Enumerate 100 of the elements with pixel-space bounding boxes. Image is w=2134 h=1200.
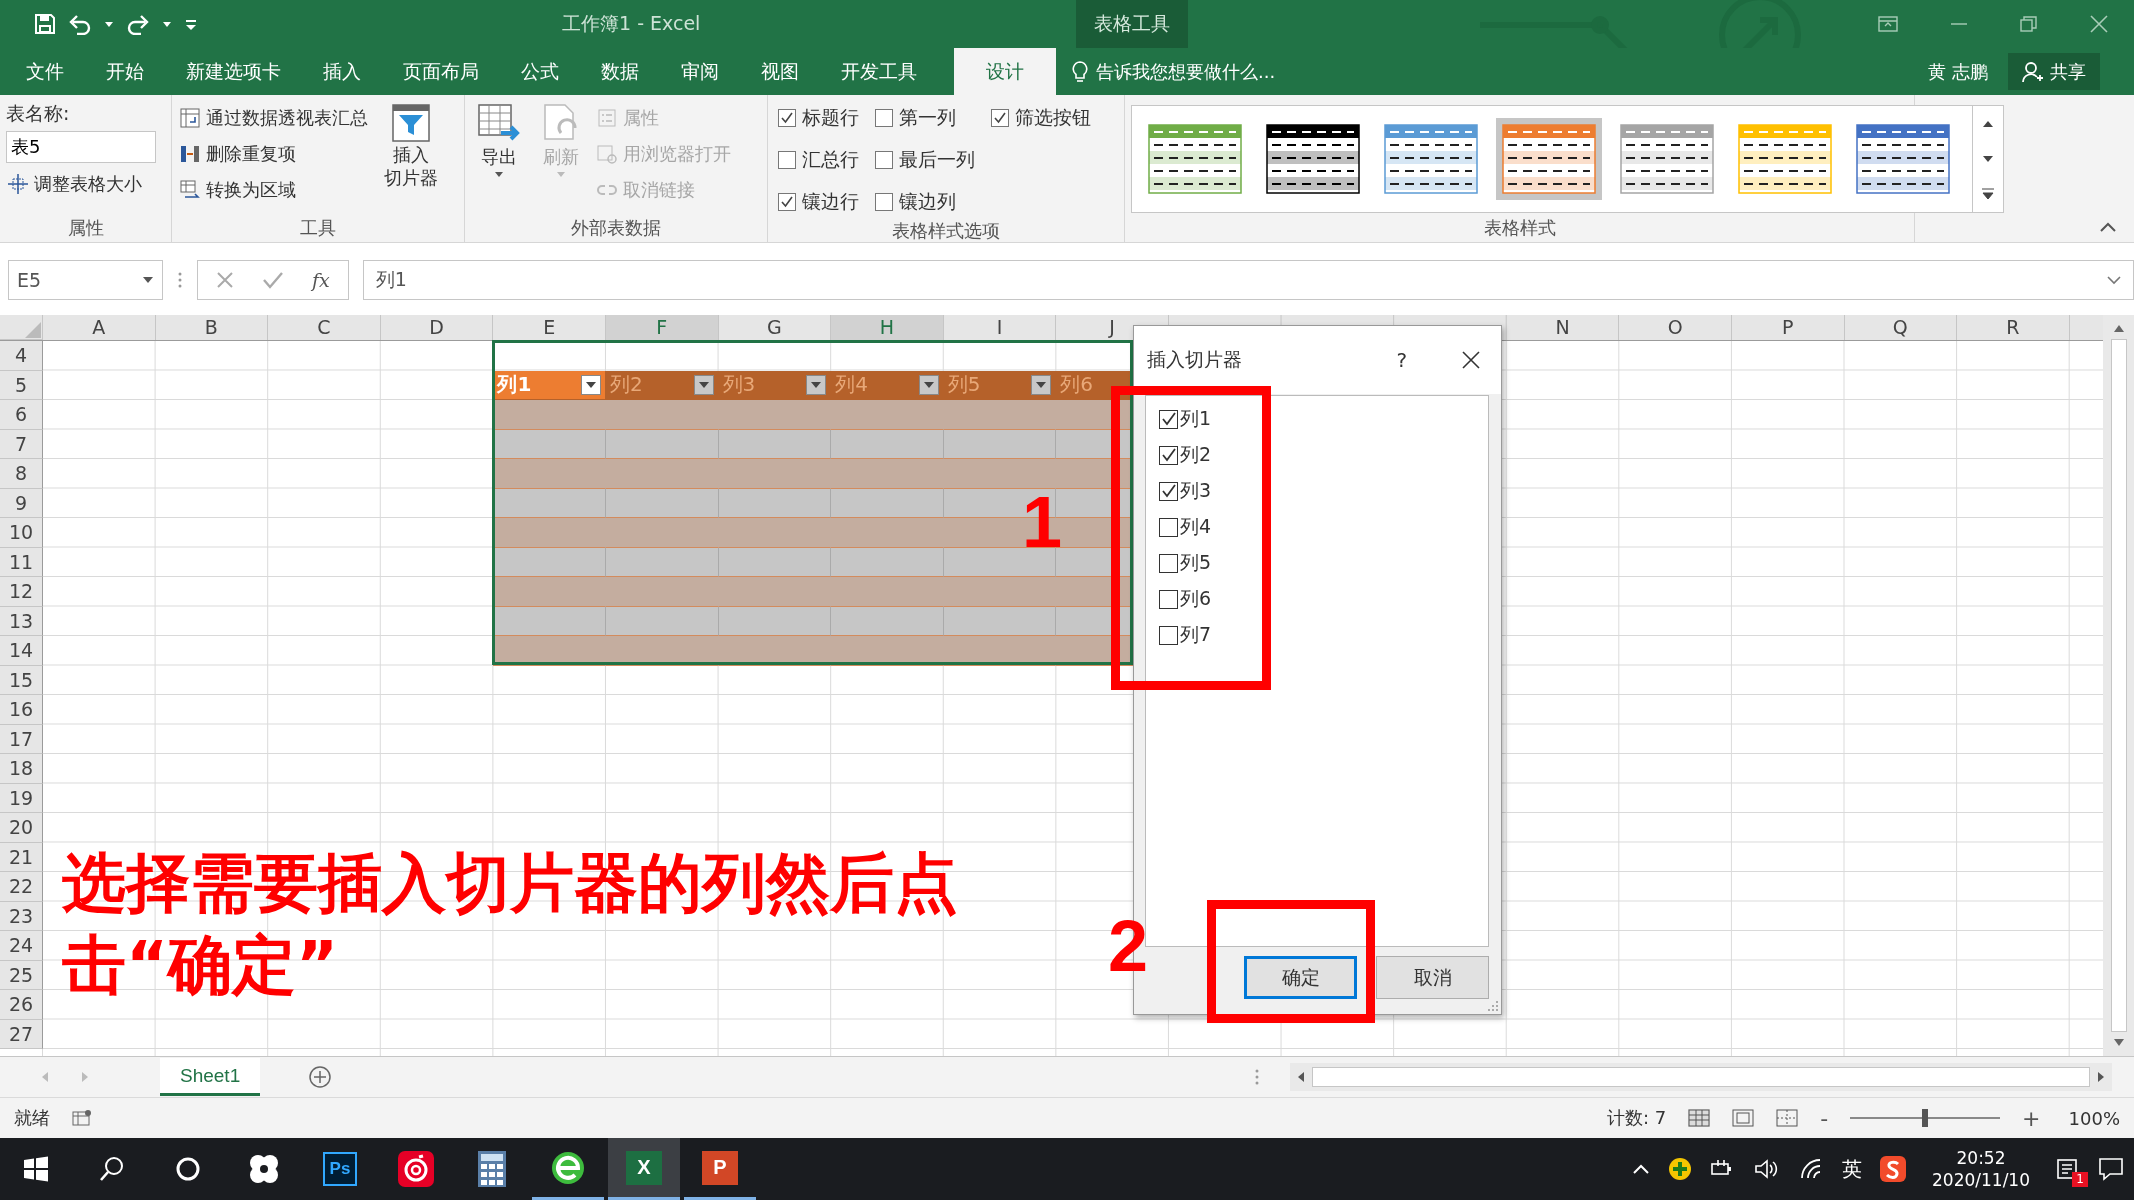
row-header[interactable]: 19 bbox=[0, 783, 43, 813]
row-header[interactable]: 4 bbox=[0, 341, 43, 371]
row-header[interactable]: 20 bbox=[0, 813, 43, 843]
checkbox[interactable] bbox=[875, 193, 893, 211]
checkbox[interactable] bbox=[778, 151, 796, 169]
ribbon-tab[interactable]: 视图 bbox=[740, 48, 820, 95]
row-header[interactable]: 15 bbox=[0, 665, 43, 695]
speaker-icon[interactable] bbox=[1754, 1158, 1780, 1180]
checkbox[interactable] bbox=[991, 109, 1009, 127]
user-name[interactable]: 黄 志鹏 bbox=[1928, 59, 1988, 84]
row-header[interactable]: 11 bbox=[0, 547, 43, 577]
input-method-indicator[interactable]: 英 bbox=[1842, 1155, 1862, 1183]
table-style-swatch[interactable] bbox=[1496, 118, 1602, 200]
ribbon-tab[interactable]: 新建选项卡 bbox=[165, 48, 302, 95]
scroll-down-icon[interactable] bbox=[2111, 1038, 2126, 1048]
cancel-button[interactable]: 取消 bbox=[1376, 956, 1489, 999]
macro-record-icon[interactable] bbox=[72, 1109, 92, 1127]
checkbox[interactable] bbox=[875, 151, 893, 169]
resize-grip-icon[interactable] bbox=[1487, 1000, 1499, 1012]
ribbon-tab[interactable]: 文件 bbox=[0, 48, 85, 95]
scrollbar-thumb[interactable] bbox=[2110, 339, 2127, 1032]
row-header[interactable]: 23 bbox=[0, 901, 43, 931]
restore-icon[interactable] bbox=[2020, 16, 2038, 32]
ok-button[interactable]: 确定 bbox=[1244, 956, 1357, 999]
sheet-tab[interactable]: Sheet1 bbox=[160, 1058, 261, 1096]
checkbox[interactable] bbox=[1159, 553, 1178, 573]
column-header[interactable]: F bbox=[605, 315, 719, 340]
taskbar-button[interactable]: X bbox=[608, 1138, 680, 1200]
filter-button[interactable] bbox=[580, 374, 601, 395]
row-header[interactable]: 25 bbox=[0, 960, 43, 990]
row-header[interactable]: 24 bbox=[0, 931, 43, 961]
checkbox[interactable] bbox=[1159, 625, 1178, 645]
filter-button[interactable] bbox=[918, 374, 939, 395]
filter-button[interactable] bbox=[806, 374, 827, 395]
splitter-handle-icon[interactable] bbox=[177, 271, 183, 289]
column-header[interactable]: H bbox=[831, 315, 944, 340]
formula-field[interactable]: 列1 bbox=[362, 260, 2134, 300]
checkbox[interactable] bbox=[778, 109, 796, 127]
ribbon-tab[interactable]: 开始 bbox=[85, 48, 165, 95]
ribbon-button[interactable]: 通过数据透视表汇总 bbox=[178, 101, 370, 135]
caret-icon[interactable] bbox=[104, 20, 114, 28]
taskbar-button[interactable]: Ps bbox=[304, 1138, 376, 1200]
row-header[interactable]: 8 bbox=[0, 459, 43, 489]
checkbox[interactable] bbox=[875, 109, 893, 127]
insert-slicer-button[interactable]: 插入 切片器 bbox=[378, 101, 444, 216]
filter-button[interactable] bbox=[1031, 374, 1052, 395]
insert-function-button[interactable]: fx bbox=[312, 269, 330, 291]
page-break-icon[interactable] bbox=[1776, 1109, 1799, 1127]
row-header[interactable]: 27 bbox=[0, 1019, 43, 1049]
normal-view-icon[interactable] bbox=[1688, 1109, 1711, 1127]
column-header[interactable]: C bbox=[268, 315, 381, 340]
table-name-field[interactable]: 表5 bbox=[6, 131, 156, 163]
checkbox[interactable] bbox=[778, 193, 796, 211]
plus-badge-icon[interactable] bbox=[1668, 1157, 1692, 1181]
save-icon[interactable] bbox=[34, 13, 56, 35]
ribbon-tab[interactable]: 页面布局 bbox=[382, 48, 500, 95]
row-header[interactable]: 5 bbox=[0, 370, 43, 400]
resize-table-button[interactable]: 调整表格大小 bbox=[6, 167, 165, 201]
row-header[interactable]: 21 bbox=[0, 842, 43, 872]
export-button[interactable]: 导出 bbox=[471, 101, 527, 216]
input-method-icon[interactable] bbox=[1880, 1156, 1906, 1182]
row-header[interactable]: 6 bbox=[0, 400, 43, 430]
row-header[interactable]: 16 bbox=[0, 695, 43, 725]
ribbon-display-icon[interactable] bbox=[1878, 16, 1898, 32]
taskbar-button[interactable]: P bbox=[684, 1138, 756, 1200]
filter-button[interactable] bbox=[693, 374, 714, 395]
ribbon-tab[interactable]: 设计 bbox=[954, 48, 1056, 95]
row-header[interactable]: 18 bbox=[0, 754, 43, 784]
help-button[interactable]: ? bbox=[1396, 348, 1407, 372]
zoom-out-button[interactable]: - bbox=[1820, 1105, 1829, 1131]
name-box[interactable]: E5 bbox=[8, 260, 163, 300]
ribbon-tab[interactable]: 公式 bbox=[500, 48, 580, 95]
close-icon[interactable] bbox=[1461, 350, 1481, 370]
checkbox[interactable] bbox=[1159, 589, 1178, 609]
collapse-ribbon-icon[interactable] bbox=[2100, 222, 2116, 232]
checkbox[interactable] bbox=[1159, 517, 1178, 537]
row-header[interactable]: 7 bbox=[0, 429, 43, 459]
chevron-up-icon[interactable] bbox=[1632, 1163, 1650, 1175]
row-header[interactable]: 9 bbox=[0, 488, 43, 518]
action-center-icon[interactable] bbox=[2098, 1157, 2124, 1181]
share-button[interactable]: 共享 bbox=[2008, 53, 2100, 90]
checkbox[interactable] bbox=[1159, 409, 1178, 429]
row-header[interactable]: 17 bbox=[0, 724, 43, 754]
zoom-in-button[interactable]: + bbox=[2022, 1105, 2041, 1131]
expand-icon[interactable] bbox=[2107, 275, 2121, 285]
scroll-right-icon[interactable] bbox=[2096, 1071, 2106, 1083]
ribbon-button[interactable]: 转换为区域 bbox=[178, 173, 370, 207]
splitter-handle-icon[interactable] bbox=[1254, 1068, 1260, 1086]
ribbon-button[interactable]: 删除重复项 bbox=[178, 137, 370, 171]
checkbox[interactable] bbox=[1159, 445, 1178, 465]
zoom-level[interactable]: 100% bbox=[2068, 1107, 2120, 1129]
customize-icon[interactable] bbox=[184, 17, 198, 31]
add-sheet-icon[interactable] bbox=[308, 1065, 333, 1089]
clock-date[interactable]: 2020/11/10 bbox=[1932, 1169, 2030, 1192]
tell-me-field[interactable]: 告诉我您想要做什么... bbox=[1096, 61, 1356, 82]
slider-thumb[interactable] bbox=[1922, 1109, 1929, 1127]
row-header[interactable]: 26 bbox=[0, 990, 43, 1020]
vertical-scrollbar[interactable] bbox=[2103, 315, 2134, 1056]
scroll-up-icon[interactable] bbox=[2111, 323, 2126, 333]
undo-icon[interactable] bbox=[68, 13, 92, 35]
